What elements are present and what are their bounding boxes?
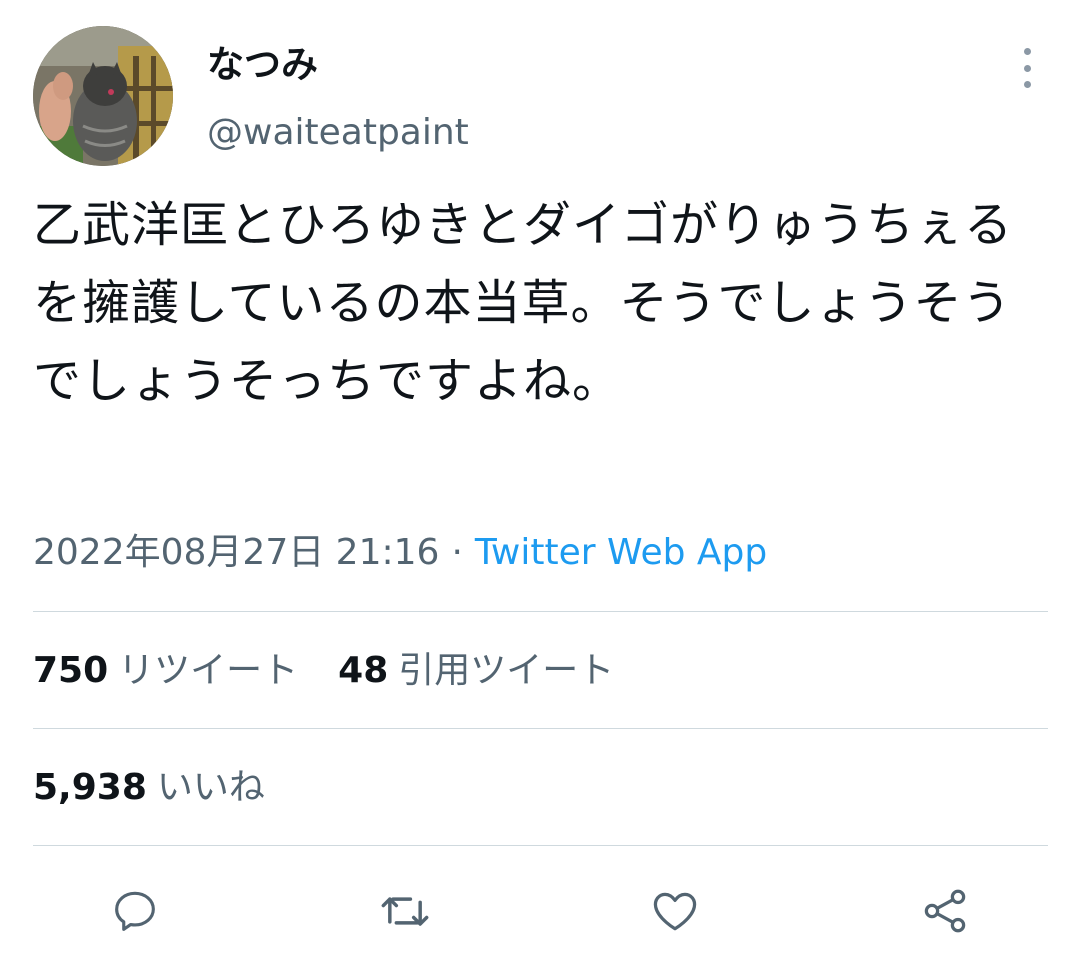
retweet-button[interactable] [375,881,435,941]
avatar[interactable] [33,26,173,166]
tweet-text: 乙武洋匡とひろゆきとダイゴがりゅうちぇるを擁護しているの本当草。そうでしょうそう… [33,197,1014,409]
share-icon [924,889,966,933]
tweet-meta: 2022年08月27日 21:16 · Twitter Web App [33,528,767,578]
more-icon[interactable] [1012,48,1042,88]
display-name[interactable]: なつみ [207,40,318,90]
quotes-label: 引用ツイート [398,650,615,691]
likes-label: いいね [156,767,265,808]
retweet-icon [381,897,429,926]
tweet-detail: なつみ @waiteatpaint 乙武洋匡とひろゆきとダイゴがりゅうちぇるを擁… [0,0,1079,975]
like-button[interactable] [645,881,705,941]
retweets-label: リツイート [118,650,299,691]
divider [33,728,1048,729]
retweets-stat[interactable]: 750 リツイート [33,650,298,691]
reply-icon [115,891,155,931]
like-icon [653,892,697,931]
retweet-quote-stats: 750 リツイート 48 引用ツイート [33,646,614,696]
share-button[interactable] [915,881,975,941]
likes-count: 5,938 [33,767,147,808]
quotes-stat[interactable]: 48 引用ツイート [338,650,614,691]
divider [33,611,1048,612]
likes-stats[interactable]: 5,938 いいね [33,763,265,813]
divider [33,845,1048,846]
retweets-count: 750 [33,650,109,691]
reply-button[interactable] [105,881,165,941]
tweet-timestamp[interactable]: 2022年08月27日 21:16 [33,532,439,573]
quotes-count: 48 [338,650,389,691]
meta-separator: · [451,532,463,573]
avatar-photo [33,26,173,166]
action-bar [0,876,1079,946]
user-handle[interactable]: @waiteatpaint [207,108,469,158]
tweet-source-link[interactable]: Twitter Web App [475,532,767,573]
